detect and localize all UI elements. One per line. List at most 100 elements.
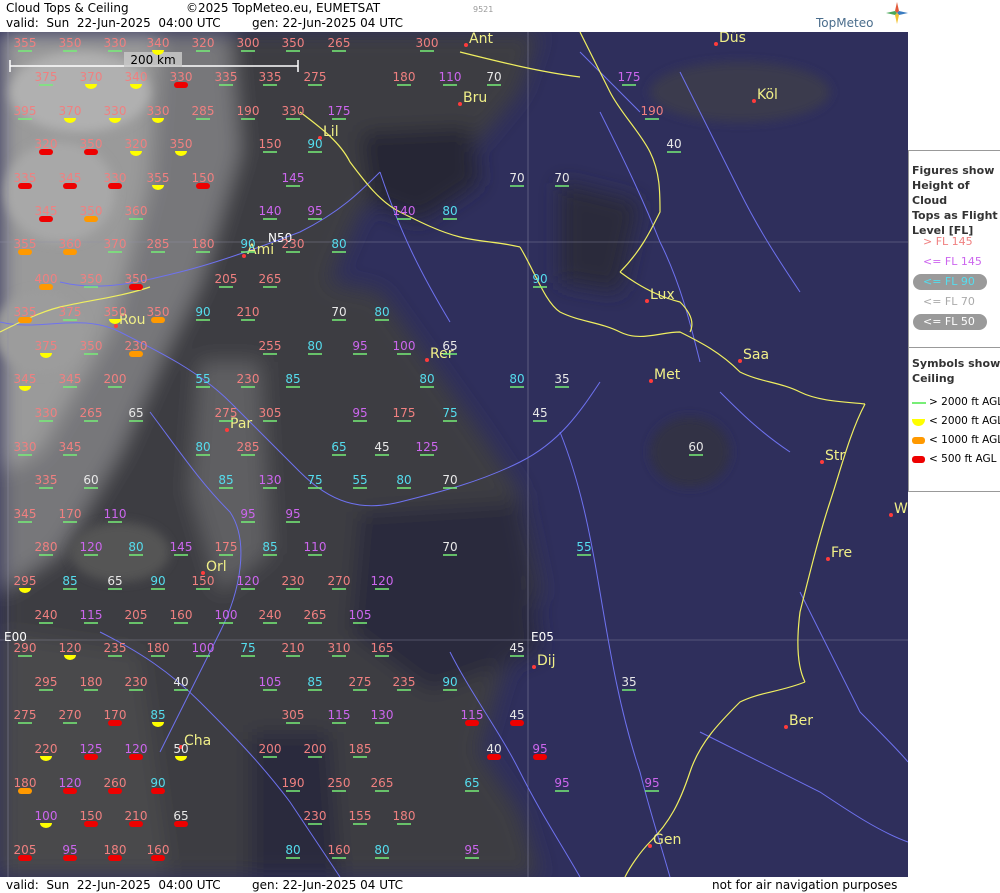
cloud-top-value: 60 — [688, 440, 703, 454]
cloud-top-value: 335 — [259, 70, 282, 84]
cloud-top-value: 200 — [259, 742, 282, 756]
city-marker — [889, 513, 893, 517]
cloud-top-value: 350 — [125, 272, 148, 286]
grid-label: E05 — [531, 630, 554, 644]
cloud-top-value: 35 — [554, 372, 569, 386]
cloud-top-value: 335 — [14, 171, 37, 185]
city-label: Lil — [323, 124, 339, 140]
legend-height-label: <= FL 70 — [923, 295, 975, 308]
ceiling-symbol-red — [510, 720, 524, 726]
cloud-top-value: 45 — [509, 641, 524, 655]
city-label: Ant — [469, 32, 493, 47]
ceiling-symbol-red — [129, 754, 143, 760]
cloud-top-value: 90 — [240, 237, 255, 251]
cloud-top-value: 160 — [170, 608, 193, 622]
cloud-top-value: 80 — [419, 372, 434, 386]
cloud-top-value: 95 — [307, 204, 322, 218]
cloud-top-value: 50 — [173, 742, 188, 756]
cloud-top-value: 330 — [104, 104, 127, 118]
cloud-top-value: 70 — [442, 473, 457, 487]
satellite-map[interactable]: 200 km N50E00 E05 Ant DüsBru KölLilAmiLuxRo… — [0, 32, 908, 877]
cloud-top-value: 80 — [195, 440, 210, 454]
cloud-top-value: 45 — [509, 708, 524, 722]
cloud-top-value: 330 — [282, 104, 305, 118]
cloud-top-value: 150 — [192, 574, 215, 588]
cloud-top-value: 345 — [14, 507, 37, 521]
cloud-top-value: 115 — [80, 608, 103, 622]
ceiling-symbol-red — [129, 821, 143, 827]
cloud-top-value: 275 — [304, 70, 327, 84]
ceiling-symbol-red — [108, 183, 122, 189]
cloud-top-value: 230 — [237, 372, 260, 386]
cloud-top-value: 330 — [170, 70, 193, 84]
cloud-top-value: 140 — [259, 204, 282, 218]
cloud-top-value: 265 — [259, 272, 282, 286]
cloud-top-value: 335 — [35, 473, 58, 487]
cloud-top-value: 275 — [215, 406, 238, 420]
footer-valid-time: valid: Sun 22-Jun-2025 04:00 UTC — [6, 878, 221, 892]
cloud-top-value: 345 — [35, 204, 58, 218]
cloud-top-value: 85 — [218, 473, 233, 487]
legend-height-item: <= FL 90 — [909, 273, 1000, 291]
cloud-top-value: 180 — [104, 843, 127, 857]
cloud-top-value: 305 — [259, 406, 282, 420]
cloud-top-value: 300 — [237, 36, 260, 50]
cloud-top-value: 70 — [509, 171, 524, 185]
cloud-top-value: 120 — [59, 641, 82, 655]
cloud-top-value: 240 — [259, 608, 282, 622]
cloud-top-value: 350 — [147, 305, 170, 319]
compass-icon — [886, 2, 908, 24]
ceiling-symbol-red — [151, 855, 165, 861]
legend-symbol-label: > 2000 ft AGL — [929, 396, 1000, 408]
map-title: Cloud Tops & Ceiling — [6, 1, 129, 15]
city-label: Orl — [206, 559, 227, 575]
legend-height-item: <= FL 50 — [909, 313, 1000, 331]
city-marker — [752, 99, 756, 103]
ceiling-symbol-red — [84, 821, 98, 827]
cloud-top-value: 230 — [282, 574, 305, 588]
valid-time: valid: Sun 22-Jun-2025 04:00 UTC — [6, 16, 221, 30]
cloud-top-value: 200 — [304, 742, 327, 756]
cloud-top-value: 85 — [285, 372, 300, 386]
cloud-top-value: 95 — [240, 507, 255, 521]
city-label: Köl — [757, 87, 778, 103]
cloud-top-value: 100 — [393, 339, 416, 353]
cloud-top-value: 350 — [80, 272, 103, 286]
city-marker — [826, 557, 830, 561]
cloud-top-value: 180 — [393, 809, 416, 823]
city-marker — [464, 43, 468, 47]
cloud-top-value: 335 — [14, 305, 37, 319]
city-label: Str — [825, 448, 845, 464]
city-marker — [820, 460, 824, 464]
cloud-top-value: 300 — [416, 36, 439, 50]
cloud-top-value: 120 — [237, 574, 260, 588]
cloud-top-value: 180 — [14, 776, 37, 790]
city-marker — [714, 42, 718, 46]
cloud-top-value: 320 — [125, 137, 148, 151]
cloud-top-value: 80 — [442, 204, 457, 218]
city-label: Met — [654, 367, 681, 383]
cloud-top-value: 240 — [35, 608, 58, 622]
city-marker — [649, 379, 653, 383]
cloud-top-value: 250 — [328, 776, 351, 790]
cloud-top-value: 120 — [80, 540, 103, 554]
cloud-top-value: 65 — [331, 440, 346, 454]
cloud-top-value: 55 — [352, 473, 367, 487]
ceiling-symbol-red — [63, 788, 77, 794]
cloud-top-value: 160 — [147, 843, 170, 857]
cloud-top-value: 55 — [195, 372, 210, 386]
cloud-top-value: 75 — [442, 406, 457, 420]
cloud-top-value: 130 — [371, 708, 394, 722]
cloud-top-value: 210 — [237, 305, 260, 319]
city-marker — [645, 299, 649, 303]
cloud-top-value: 65 — [464, 776, 479, 790]
ceiling-symbol-red — [151, 788, 165, 794]
city-label: Lux — [650, 287, 675, 303]
cloud-top-value: 90 — [442, 675, 457, 689]
cloud-top-value: 145 — [170, 540, 193, 554]
cloud-top-value: 95 — [464, 843, 479, 857]
cloud-top-value: 200 — [104, 372, 127, 386]
cloud-top-value: 150 — [259, 137, 282, 151]
cloud-top-value: 265 — [304, 608, 327, 622]
cloud-top-value: 65 — [442, 339, 457, 353]
